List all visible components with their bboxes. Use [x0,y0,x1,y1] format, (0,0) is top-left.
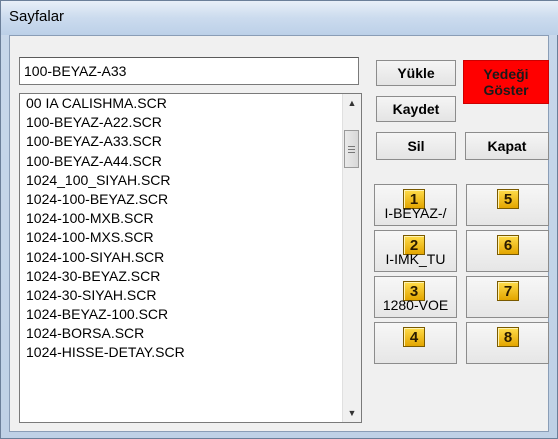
slot-number-badge: 5 [497,189,519,209]
list-item[interactable]: 1024_100_SIYAH.SCR [20,171,343,190]
pages-dialog: Sayfalar Yükle Yedeği Göster Kaydet Sil … [0,0,558,439]
list-item[interactable]: 00 IA CALISHMA.SCR [20,94,343,113]
list-item[interactable]: 1024-BEYAZ-100.SCR [20,305,343,324]
slot-label: I-BEYAZ-/ [384,205,447,221]
list-item[interactable]: 1024-30-BEYAZ.SCR [20,267,343,286]
show-backup-label-line2: Göster [483,82,529,98]
list-item[interactable]: 1024-100-MXS.SCR [20,228,343,247]
show-backup-label-line1: Yedeği [483,66,529,82]
list-item[interactable]: 1024-HISSE-DETAY.SCR [20,343,343,362]
slot-number-badge: 8 [497,327,519,347]
list-item[interactable]: 1024-100-BEYAZ.SCR [20,190,343,209]
title-bar[interactable]: Sayfalar [1,1,558,35]
list-item[interactable]: 100-BEYAZ-A22.SCR [20,113,343,132]
save-button[interactable]: Kaydet [376,96,456,122]
page-slot-6[interactable]: 6 [466,230,549,272]
page-slot-3[interactable]: 3 1280-VOE [374,276,457,318]
slot-number-badge: 4 [403,327,425,347]
page-file-list-items: 00 IA CALISHMA.SCR 100-BEYAZ-A22.SCR 100-B… [20,94,343,422]
list-item[interactable]: 1024-100-SIYAH.SCR [20,248,343,267]
show-backup-button[interactable]: Yedeği Göster [463,60,549,104]
page-slot-1[interactable]: 1 I-BEYAZ-/ [374,184,457,226]
load-button[interactable]: Yükle [376,60,456,86]
slot-label: I-IMK_TU [385,251,446,267]
list-item[interactable]: 100-BEYAZ-A44.SCR [20,152,343,171]
delete-button[interactable]: Sil [376,132,456,160]
list-item[interactable]: 1024-30-SIYAH.SCR [20,286,343,305]
scroll-up-arrow-icon[interactable]: ▲ [343,94,361,112]
page-file-list[interactable]: 00 IA CALISHMA.SCR 100-BEYAZ-A22.SCR 100-B… [19,93,362,423]
list-scrollbar[interactable]: ▲ ▼ [342,94,361,422]
list-item[interactable]: 100-BEYAZ-A33.SCR [20,132,343,151]
slot-number-badge: 6 [497,235,519,255]
page-slot-8[interactable]: 8 [466,322,549,364]
list-item[interactable]: 1024-100-MXB.SCR [20,209,343,228]
page-slot-5[interactable]: 5 [466,184,549,226]
page-name-input[interactable] [19,57,359,85]
scroll-down-arrow-icon[interactable]: ▼ [343,404,361,422]
slot-label: 1280-VOE [382,297,449,313]
close-button[interactable]: Kapat [465,132,549,160]
scrollbar-thumb[interactable] [344,130,359,168]
slot-number-badge: 7 [497,281,519,301]
list-item[interactable]: 1024-BORSA.SCR [20,324,343,343]
window-title: Sayfalar [9,8,65,25]
page-slot-4[interactable]: 4 [374,322,457,364]
page-slot-7[interactable]: 7 [466,276,549,318]
page-slot-2[interactable]: 2 I-IMK_TU [374,230,457,272]
